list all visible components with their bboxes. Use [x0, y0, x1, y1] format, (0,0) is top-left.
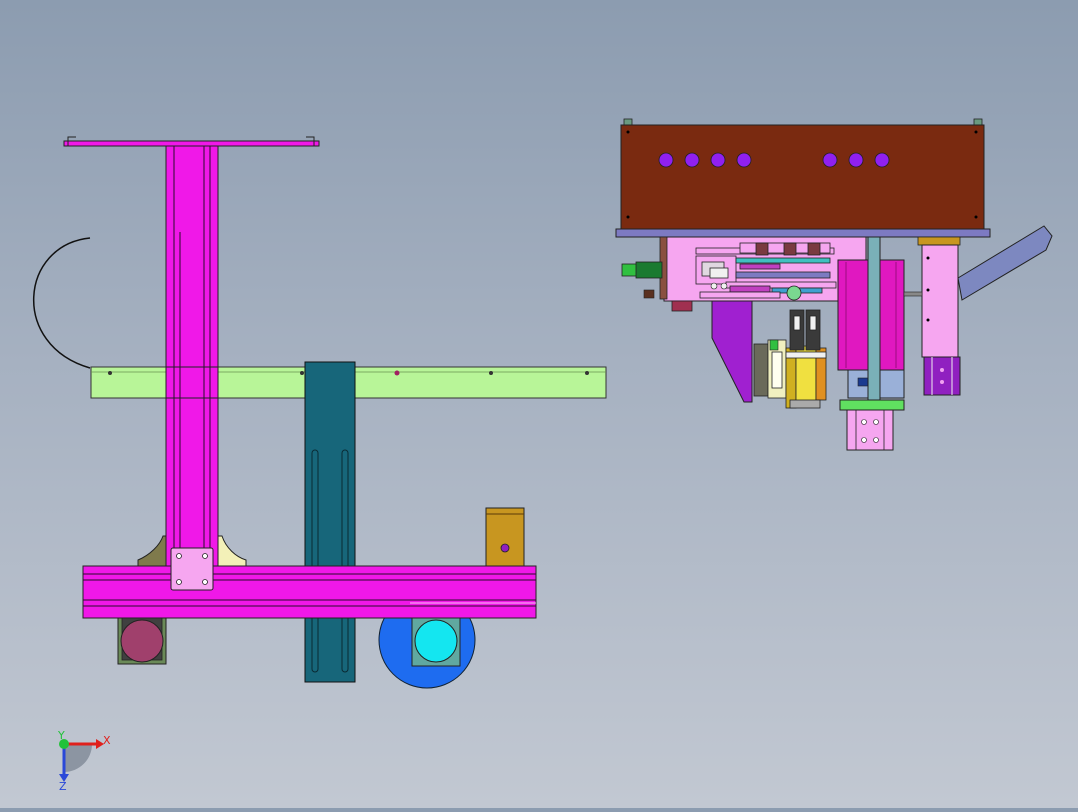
top-hook-bar	[63, 140, 320, 147]
right-pink-column	[921, 244, 959, 358]
right-assembly	[615, 118, 1053, 451]
right-purple-cylinder	[923, 356, 961, 396]
cad-drawing: X Y Z	[33, 118, 1053, 793]
triad-sector	[64, 744, 92, 772]
green-connector	[621, 263, 639, 277]
gold-block	[485, 507, 525, 567]
bottom-cylinder-cap	[839, 399, 905, 411]
triad-y-label: Y	[57, 729, 65, 742]
top-plate	[620, 124, 985, 230]
bottom-cylinder	[846, 409, 894, 451]
purple-bracket	[711, 300, 753, 403]
left-assembly	[33, 136, 607, 689]
triad-z-label: Z	[59, 780, 67, 793]
triad-x-label: X	[103, 734, 111, 747]
coordinate-triad	[59, 739, 104, 782]
gusset-right	[217, 535, 247, 567]
gusset-left	[137, 535, 167, 567]
gripper-assembly	[753, 309, 827, 409]
cable-arc	[33, 237, 91, 369]
base-plate	[615, 228, 991, 238]
cad-viewport[interactable]: X Y Z	[0, 0, 1078, 808]
